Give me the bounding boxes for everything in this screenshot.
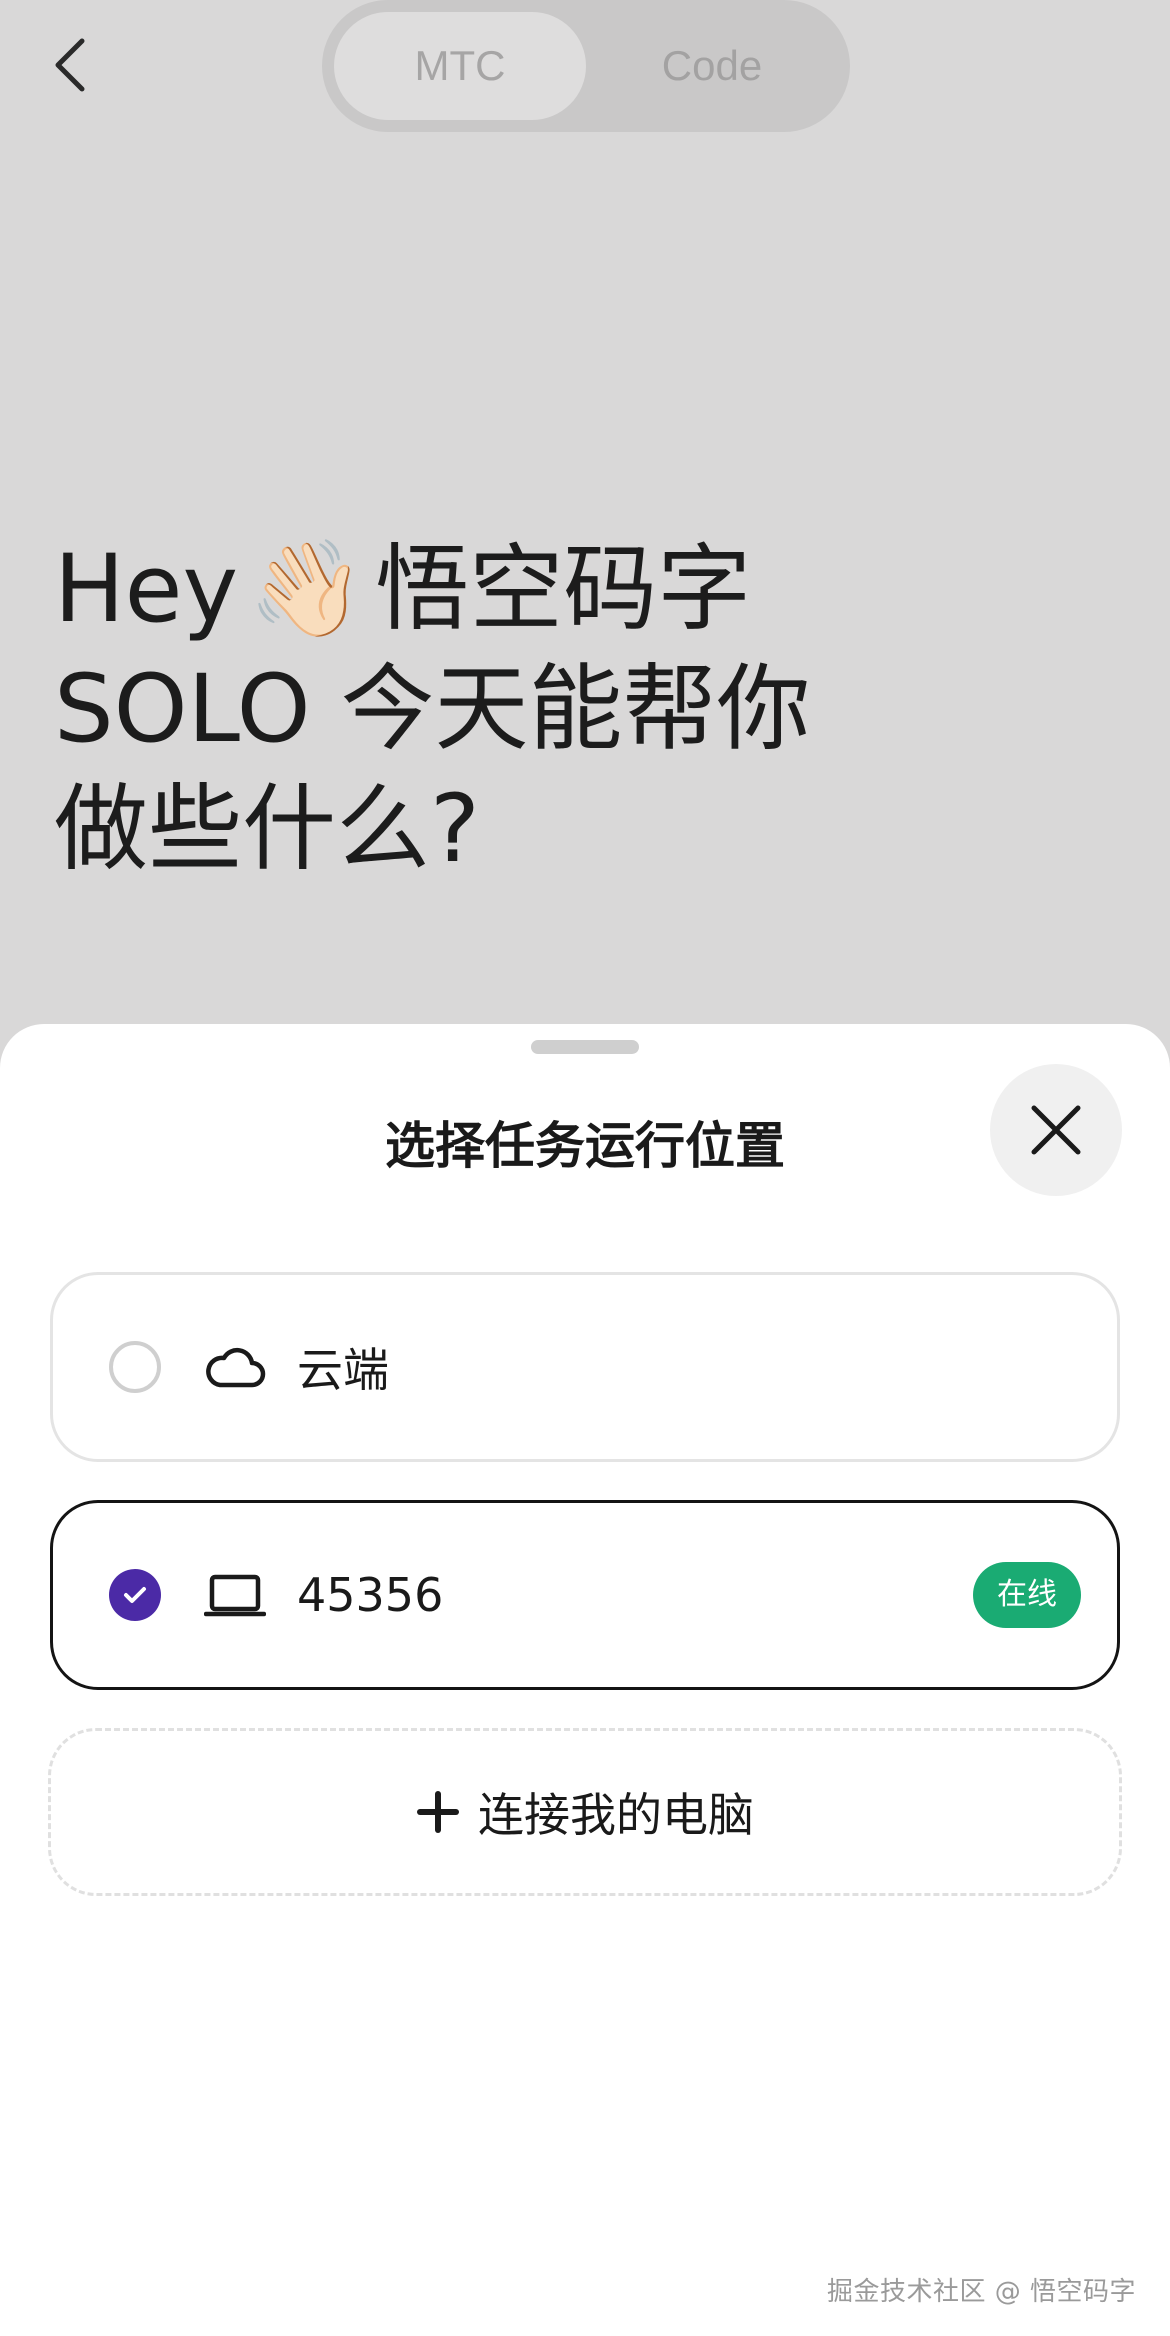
wave-icon: 👋🏻 xyxy=(248,535,366,644)
option-cloud-label: 云端 xyxy=(297,1343,389,1397)
connect-computer-button[interactable]: 连接我的电脑 xyxy=(48,1728,1122,1896)
radio-unchecked[interactable] xyxy=(109,1341,161,1393)
chevron-left-icon xyxy=(55,38,85,92)
tab-mtc[interactable]: MTC xyxy=(334,12,586,120)
app-screen: MTC Code Hey 👋🏻 悟空码字 SOLO 今天能帮你 做些什么? 选择任务… xyxy=(0,0,1170,2336)
run-location-sheet: 选择任务运行位置 云端 45356 在线 连接我的电脑 xyxy=(0,1024,1170,2336)
plus-icon xyxy=(417,1791,459,1833)
watermark: 掘金技术社区 @ 悟空码字 xyxy=(826,2277,1136,2307)
sheet-grabber[interactable] xyxy=(531,1040,639,1054)
check-icon xyxy=(124,1587,146,1603)
mode-switch: MTC Code xyxy=(322,0,850,132)
tab-code[interactable]: Code xyxy=(586,12,838,120)
greeting-hey: Hey xyxy=(54,535,239,644)
option-device-label: 45356 xyxy=(297,1568,444,1622)
greeting-line-3: 做些什么? xyxy=(54,775,480,884)
close-icon xyxy=(1031,1105,1081,1155)
greeting-text: Hey 👋🏻 悟空码字 SOLO 今天能帮你 做些什么? xyxy=(54,530,954,890)
option-device[interactable]: 45356 在线 xyxy=(50,1500,1120,1690)
greeting-line-1: Hey 👋🏻 悟空码字 xyxy=(54,530,954,650)
connect-computer-label: 连接我的电脑 xyxy=(478,1788,754,1842)
radio-checked[interactable] xyxy=(109,1569,161,1621)
laptop-icon xyxy=(203,1569,267,1621)
option-cloud[interactable]: 云端 xyxy=(50,1272,1120,1462)
back-button[interactable] xyxy=(40,30,100,100)
cloud-icon xyxy=(203,1341,267,1393)
status-badge: 在线 xyxy=(973,1562,1081,1628)
greeting-username: 悟空码字 xyxy=(375,535,752,644)
greeting-line-2: SOLO 今天能帮你 xyxy=(54,655,811,764)
close-button[interactable] xyxy=(990,1064,1122,1196)
